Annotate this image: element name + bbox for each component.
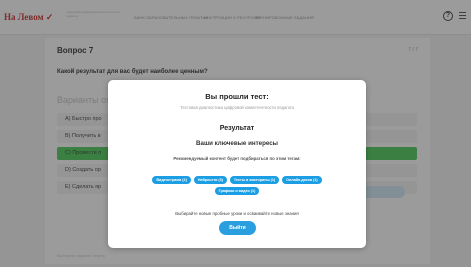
tag-online-boards[interactable]: Онлайн-доски (1)	[282, 176, 322, 184]
tag-list: Видеострими (2) Нейросети (3) Тесты и ви…	[108, 176, 366, 198]
tag-video-streams[interactable]: Видеострими (2)	[152, 176, 191, 184]
tag-neural-networks[interactable]: Нейросети (3)	[193, 176, 227, 184]
interests-heading: Ваши ключевые интересы	[196, 140, 278, 147]
exit-button[interactable]: Выйти	[219, 221, 256, 235]
tag-graphics-video[interactable]: Графика и видео (1)	[214, 187, 260, 195]
modal-title: Вы прошли тест:	[205, 92, 269, 101]
tag-tests-quizzes[interactable]: Тесты и викторины (1)	[229, 176, 280, 184]
modal-subtitle: Тестовая диагностика цифровой компетентн…	[180, 105, 294, 110]
choose-lessons-text: Выбирайте новые пробные уроки и осваивай…	[175, 211, 299, 216]
recommendation-text: Рекомендуемый контент будет подбираться …	[173, 156, 301, 161]
result-heading: Результат	[219, 125, 255, 132]
result-modal: Вы прошли тест: Тестовая диагностика циф…	[108, 80, 366, 248]
